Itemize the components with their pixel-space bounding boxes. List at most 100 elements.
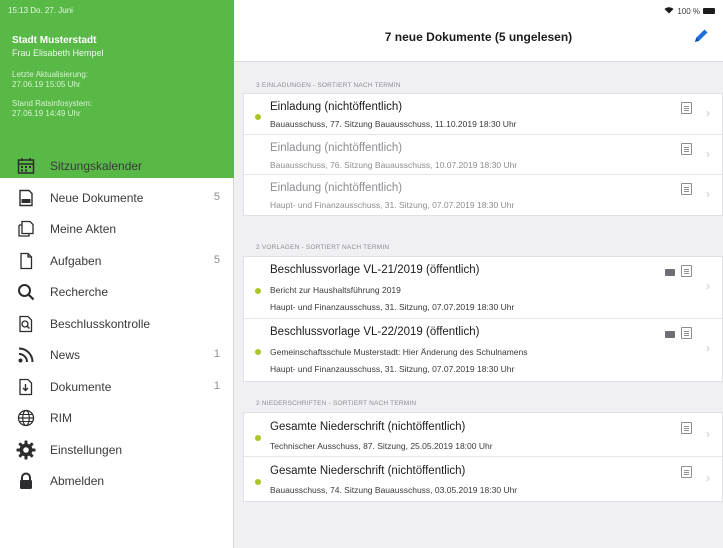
package-icon: [665, 331, 675, 338]
sidebar-item-recherche[interactable]: Recherche: [0, 276, 234, 308]
status-time: 15:13 Do. 27. Juni: [8, 6, 73, 15]
section-header: 2 NIEDERSCHRIFTEN - SORTIERT NACH TERMIN: [256, 400, 417, 407]
navigation-bar: 100 % 7 neue Dokumente (5 ungelesen): [234, 0, 723, 62]
resolution-control-icon: [16, 314, 36, 334]
last-update-value: 27.06.19 15:05 Uhr: [12, 80, 81, 89]
chevron-right-icon: ›: [706, 427, 710, 441]
user-name: Frau Elisabeth Hempel: [12, 48, 104, 58]
sidebar-item-meine-akten[interactable]: Meine Akten: [0, 213, 234, 245]
item-meeting: Haupt- und Finanzausschuss, 31. Sitzung,…: [270, 302, 515, 312]
lock-icon: [16, 471, 36, 491]
item-detail: Bericht zur Haushaltsführung 2019: [270, 285, 401, 295]
item-title: Beschlussvorlage VL-22/2019 (öffentlich): [270, 326, 480, 338]
unread-dot: [255, 288, 261, 294]
sidebar-item-label: Abmelden: [50, 474, 105, 488]
edit-button[interactable]: [691, 26, 711, 46]
section-card-einladungen: Einladung (nichtöffentlich) Bauausschuss…: [243, 93, 723, 216]
section-card-niederschriften: Gesamte Niederschrift (nichtöffentlich) …: [243, 412, 723, 502]
item-detail: Haupt- und Finanzausschuss, 31. Sitzung,…: [270, 200, 515, 210]
list-item[interactable]: Beschlussvorlage VL-21/2019 (öffentlich)…: [244, 257, 722, 319]
unread-dot: [255, 114, 261, 120]
wifi-icon: [664, 6, 674, 16]
list-item[interactable]: Einladung (nichtöffentlich) Bauausschuss…: [244, 94, 722, 135]
unread-dot: [255, 435, 261, 441]
sidebar-item-label: Neue Dokumente: [50, 190, 144, 205]
sidebar-item-rim[interactable]: RIM: [0, 402, 234, 434]
item-title: Einladung (nichtöffentlich): [270, 101, 403, 113]
last-update-label: Letzte Aktualisierung:: [12, 70, 89, 79]
unread-dot: [255, 349, 261, 355]
sidebar-item-label: Recherche: [50, 285, 109, 299]
sidebar-item-badge: 5: [213, 253, 220, 266]
sidebar-menu: Sitzungskalender Neue Dokumente 5 Meine …: [0, 150, 234, 497]
item-detail: Bauausschuss, 77. Sitzung Bauausschuss, …: [270, 119, 517, 129]
battery-icon: [703, 8, 715, 14]
chevron-right-icon: ›: [706, 279, 710, 293]
package-icon: [665, 269, 675, 276]
sidebar-item-news[interactable]: News 1: [0, 339, 234, 371]
document-icon: [681, 102, 692, 114]
sidebar-item-label: Sitzungskalender: [50, 159, 143, 173]
pencil-icon: [695, 29, 708, 42]
chevron-right-icon: ›: [706, 471, 710, 485]
calendar-icon: [16, 156, 36, 176]
document-icon: [681, 183, 692, 195]
list-item[interactable]: Einladung (nichtöffentlich) Bauausschuss…: [244, 135, 722, 175]
ris-status-label: Stand Ratsinfosystem:: [12, 99, 93, 108]
sidebar-item-aufgaben[interactable]: Aufgaben 5: [0, 245, 234, 277]
item-title: Einladung (nichtöffentlich): [270, 182, 403, 194]
sidebar-item-neue-dokumente[interactable]: Neue Dokumente 5: [0, 182, 234, 214]
battery-percent: 100 %: [677, 6, 700, 16]
list-item[interactable]: Beschlussvorlage VL-22/2019 (öffentlich)…: [244, 319, 722, 381]
sidebar-item-label: Dokumente: [50, 379, 112, 394]
item-title: Gesamte Niederschrift (nichtöffentlich): [270, 421, 466, 433]
document-icon: [681, 466, 692, 478]
sidebar-item-beschlusskontrolle[interactable]: Beschlusskontrolle: [0, 308, 234, 340]
sidebar-item-abmelden[interactable]: Abmelden: [0, 465, 234, 497]
sidebar-item-label: Aufgaben: [50, 253, 102, 268]
chevron-right-icon: ›: [706, 341, 710, 355]
item-title: Einladung (nichtöffentlich): [270, 142, 403, 154]
sidebar-item-sitzungskalender[interactable]: Sitzungskalender: [0, 150, 234, 182]
sidebar-item-label: Einstellungen: [50, 442, 123, 457]
item-meeting: Haupt- und Finanzausschuss, 31. Sitzung,…: [270, 364, 515, 374]
new-documents-icon: [16, 188, 36, 208]
rss-icon: [16, 345, 36, 365]
sidebar: 15:13 Do. 27. Juni Stadt Musterstadt Fra…: [0, 0, 234, 548]
chevron-right-icon: ›: [706, 106, 710, 120]
item-title: Beschlussvorlage VL-21/2019 (öffentlich): [270, 264, 480, 276]
sidebar-item-label: News: [50, 348, 81, 362]
status-indicators: 100 %: [664, 6, 715, 16]
sidebar-item-badge: 1: [213, 379, 220, 392]
search-icon: [16, 282, 36, 302]
ris-status-value: 27.06.19 14:49 Uhr: [12, 109, 81, 118]
item-detail: Technischer Ausschuss, 87. Sitzung, 25.0…: [270, 441, 493, 451]
chevron-right-icon: ›: [706, 147, 710, 161]
sidebar-item-badge: 5: [213, 190, 220, 203]
item-title: Gesamte Niederschrift (nichtöffentlich): [270, 465, 466, 477]
sidebar-item-label: Meine Akten: [50, 222, 117, 236]
globe-icon: [16, 408, 36, 428]
page-title: 7 neue Dokumente (5 ungelesen): [384, 30, 573, 44]
document-icon: [681, 265, 692, 277]
unread-dot: [255, 479, 261, 485]
sidebar-item-badge: 1: [213, 348, 220, 360]
sidebar-item-dokumente[interactable]: Dokumente 1: [0, 371, 234, 403]
document-icon: [681, 422, 692, 434]
item-detail: Bauausschuss, 76. Sitzung Bauausschuss, …: [270, 160, 518, 170]
gear-icon: [16, 440, 36, 460]
item-detail: Bauausschuss, 74. Sitzung Bauausschuss, …: [270, 485, 518, 495]
section-card-vorlagen: Beschlussvorlage VL-21/2019 (öffentlich)…: [243, 256, 723, 382]
list-item[interactable]: Gesamte Niederschrift (nichtöffentlich) …: [244, 457, 722, 501]
section-header: 3 EINLADUNGEN - SORTIERT NACH TERMIN: [256, 82, 401, 89]
section-header: 2 VORLAGEN - SORTIERT NACH TERMIN: [256, 244, 390, 251]
document-icon: [681, 327, 692, 339]
main-content: 100 % 7 neue Dokumente (5 ungelesen) 3 E…: [234, 0, 723, 548]
tasks-icon: [16, 251, 36, 271]
sidebar-item-einstellungen[interactable]: Einstellungen: [0, 434, 234, 466]
sidebar-item-label: RIM: [50, 411, 72, 425]
list-item[interactable]: Einladung (nichtöffentlich) Haupt- und F…: [244, 175, 722, 215]
organization-name: Stadt Musterstadt: [12, 35, 97, 46]
sidebar-item-label: Beschlusskontrolle: [50, 316, 151, 331]
list-item[interactable]: Gesamte Niederschrift (nichtöffentlich) …: [244, 413, 722, 457]
